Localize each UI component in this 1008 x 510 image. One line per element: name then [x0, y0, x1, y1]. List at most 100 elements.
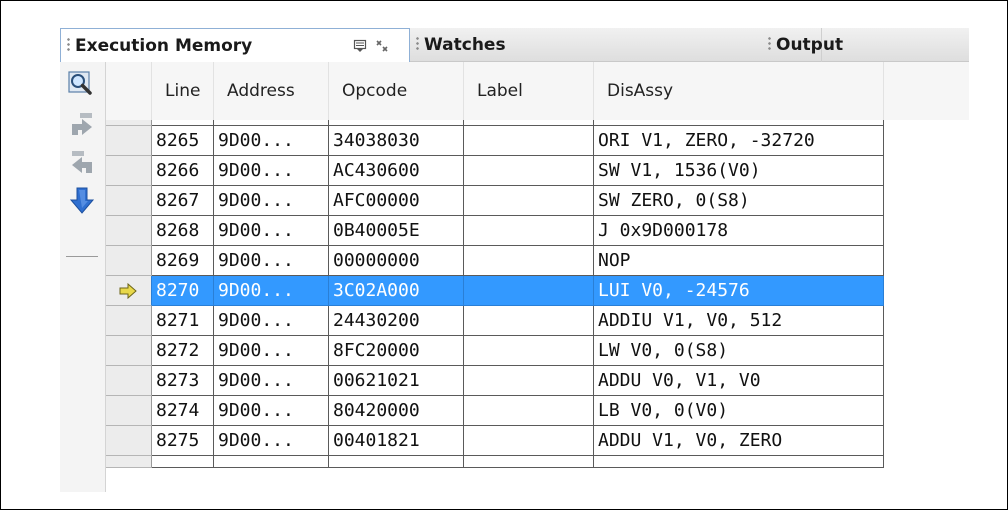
column-header-disassy[interactable]: DisAssy	[594, 62, 884, 120]
step-over-icon[interactable]	[66, 110, 98, 140]
tab-grip-icon	[416, 36, 419, 52]
row-gutter[interactable]	[106, 276, 152, 306]
zoom-icon[interactable]	[66, 70, 98, 100]
cell-address: 9D00...	[214, 276, 329, 306]
screenshot-frame: Execution Memory Watches Output Line Add…	[0, 0, 1008, 510]
row-gutter[interactable]	[106, 156, 152, 186]
tab-label: Execution Memory	[75, 36, 253, 56]
table-row[interactable]: 8275 9D00... 00401821 ADDU V1, V0, ZERO	[106, 426, 969, 456]
table-row[interactable]: 8265 9D00... 34038030 ORI V1, ZERO, -32720	[106, 126, 969, 156]
row-gutter[interactable]	[106, 396, 152, 426]
tab-output[interactable]: Output	[764, 28, 969, 62]
cell-disassy: LW V0, 0(S8)	[594, 336, 884, 366]
tab-grip-icon	[768, 36, 771, 52]
cell-line: 8275	[152, 426, 214, 456]
toolbar-separator	[66, 256, 98, 257]
cell-label	[464, 276, 594, 306]
partial-row-bottom	[106, 456, 969, 468]
header-gutter	[106, 62, 152, 120]
cell-disassy: NOP	[594, 246, 884, 276]
execution-memory-table[interactable]: Line Address Opcode Label DisAssy 8265 9D…	[106, 62, 969, 492]
cell-disassy: SW ZERO, 0(S8)	[594, 186, 884, 216]
cell-address: 9D00...	[214, 396, 329, 426]
program-counter-arrow-icon	[119, 283, 137, 299]
row-gutter[interactable]	[106, 306, 152, 336]
row-gutter[interactable]	[106, 126, 152, 156]
table-row[interactable]: 8270 9D00... 3C02A000 LUI V0, -24576	[106, 276, 969, 306]
partial-cell-address	[214, 456, 329, 468]
tab-grip-icon	[67, 37, 70, 53]
cell-opcode: 80420000	[329, 396, 464, 426]
cell-address: 9D00...	[214, 126, 329, 156]
column-header-opcode[interactable]: Opcode	[329, 62, 464, 120]
cell-line: 8269	[152, 246, 214, 276]
cell-disassy: J 0x9D000178	[594, 216, 884, 246]
cell-address: 9D00...	[214, 426, 329, 456]
table-row[interactable]: 8273 9D00... 00621021 ADDU V0, V1, V0	[106, 366, 969, 396]
row-gutter[interactable]	[106, 366, 152, 396]
row-gutter[interactable]	[106, 336, 152, 366]
column-header-address[interactable]: Address	[214, 62, 329, 120]
table-header: Line Address Opcode Label DisAssy	[106, 62, 969, 120]
cell-line: 8274	[152, 396, 214, 426]
cell-opcode: 00621021	[329, 366, 464, 396]
table-body[interactable]: 8265 9D00... 34038030 ORI V1, ZERO, -32720 8…	[106, 120, 969, 492]
step-back-icon[interactable]	[66, 148, 98, 178]
column-header-label[interactable]: Label	[464, 62, 594, 120]
row-gutter[interactable]	[106, 246, 152, 276]
partial-cell-line	[152, 456, 214, 468]
tab-execution-memory[interactable]: Execution Memory	[60, 28, 410, 62]
cell-disassy: ADDIU V1, V0, 512	[594, 306, 884, 336]
table-row[interactable]: 8271 9D00... 24430200 ADDIU V1, V0, 512	[106, 306, 969, 336]
cell-disassy: ADDU V0, V1, V0	[594, 366, 884, 396]
cell-label	[464, 426, 594, 456]
cell-label	[464, 126, 594, 156]
partial-cell-label	[464, 456, 594, 468]
debugger-panel: Execution Memory Watches Output Line Add…	[60, 28, 969, 492]
cell-address: 9D00...	[214, 156, 329, 186]
close-icon[interactable]	[375, 39, 389, 53]
cell-disassy: LB V0, 0(V0)	[594, 396, 884, 426]
table-row[interactable]: 8266 9D00... AC430600 SW V1, 1536(V0)	[106, 156, 969, 186]
cell-label	[464, 156, 594, 186]
partial-cell-opcode	[329, 456, 464, 468]
step-into-icon[interactable]	[66, 186, 98, 216]
cell-line: 8268	[152, 216, 214, 246]
cell-label	[464, 396, 594, 426]
cell-address: 9D00...	[214, 366, 329, 396]
side-toolbar	[60, 62, 106, 492]
cell-line: 8265	[152, 126, 214, 156]
minimize-window-icon[interactable]	[353, 39, 367, 53]
column-header-line[interactable]: Line	[152, 62, 214, 120]
cell-disassy: SW V1, 1536(V0)	[594, 156, 884, 186]
cell-line: 8271	[152, 306, 214, 336]
cell-label	[464, 336, 594, 366]
cell-opcode: 3C02A000	[329, 276, 464, 306]
cell-label	[464, 306, 594, 336]
cell-opcode: AFC00000	[329, 186, 464, 216]
row-gutter[interactable]	[106, 216, 152, 246]
tab-label: Watches	[424, 35, 506, 55]
cell-label	[464, 186, 594, 216]
cell-line: 8273	[152, 366, 214, 396]
cell-opcode: 24430200	[329, 306, 464, 336]
table-row[interactable]: 8267 9D00... AFC00000 SW ZERO, 0(S8)	[106, 186, 969, 216]
cell-label	[464, 366, 594, 396]
tab-watches[interactable]: Watches	[412, 28, 822, 62]
row-gutter	[106, 456, 152, 468]
table-row[interactable]: 8269 9D00... 00000000 NOP	[106, 246, 969, 276]
row-gutter[interactable]	[106, 186, 152, 216]
cell-opcode: 8FC20000	[329, 336, 464, 366]
cell-disassy: ORI V1, ZERO, -32720	[594, 126, 884, 156]
row-gutter[interactable]	[106, 426, 152, 456]
cell-opcode: 0B40005E	[329, 216, 464, 246]
cell-address: 9D00...	[214, 186, 329, 216]
table-row[interactable]: 8272 9D00... 8FC20000 LW V0, 0(S8)	[106, 336, 969, 366]
table-row[interactable]: 8274 9D00... 80420000 LB V0, 0(V0)	[106, 396, 969, 426]
cell-disassy: ADDU V1, V0, ZERO	[594, 426, 884, 456]
cell-address: 9D00...	[214, 246, 329, 276]
cell-line: 8270	[152, 276, 214, 306]
table-row[interactable]: 8268 9D00... 0B40005E J 0x9D000178	[106, 216, 969, 246]
header-filler	[884, 62, 969, 120]
cell-label	[464, 246, 594, 276]
